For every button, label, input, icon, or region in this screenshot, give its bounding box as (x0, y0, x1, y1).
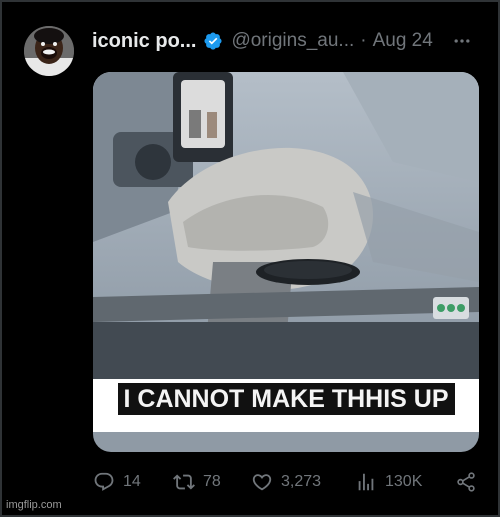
display-name[interactable]: iconic po... (92, 30, 196, 53)
action-bar: 14 78 3,273 130K (93, 470, 479, 494)
like-icon (252, 474, 272, 491)
like-count: 3,273 (281, 473, 322, 490)
share-icon (457, 472, 475, 492)
reply-button[interactable]: 14 (93, 470, 141, 494)
views-icon (358, 473, 374, 491)
avatar[interactable] (24, 26, 74, 76)
tweet-header: iconic po... @origins_au... · Aug 24 (92, 29, 474, 53)
repost-button[interactable]: 78 (173, 470, 221, 494)
tweet-date[interactable]: Aug 24 (373, 30, 433, 52)
reply-count: 14 (123, 473, 141, 490)
image-caption: I CANNOT MAKE THHIS UP (93, 383, 479, 415)
verified-badge-icon (203, 31, 223, 51)
views-count: 130K (385, 473, 423, 490)
share-button[interactable] (455, 470, 477, 494)
views-button[interactable]: 130K (355, 470, 422, 494)
separator-dot: · (360, 30, 367, 51)
reply-icon (94, 472, 114, 491)
tweet-card[interactable]: iconic po... @origins_au... · Aug 24 I C… (0, 0, 500, 517)
tweet-media-image[interactable]: I CANNOT MAKE THHIS UP (93, 72, 479, 452)
watermark: imgflip.com (6, 499, 62, 511)
more-icon[interactable] (450, 29, 474, 53)
repost-count: 78 (203, 473, 221, 490)
like-button[interactable]: 3,273 (251, 470, 321, 494)
repost-icon (173, 474, 195, 490)
handle[interactable]: @origins_au... (231, 30, 354, 52)
